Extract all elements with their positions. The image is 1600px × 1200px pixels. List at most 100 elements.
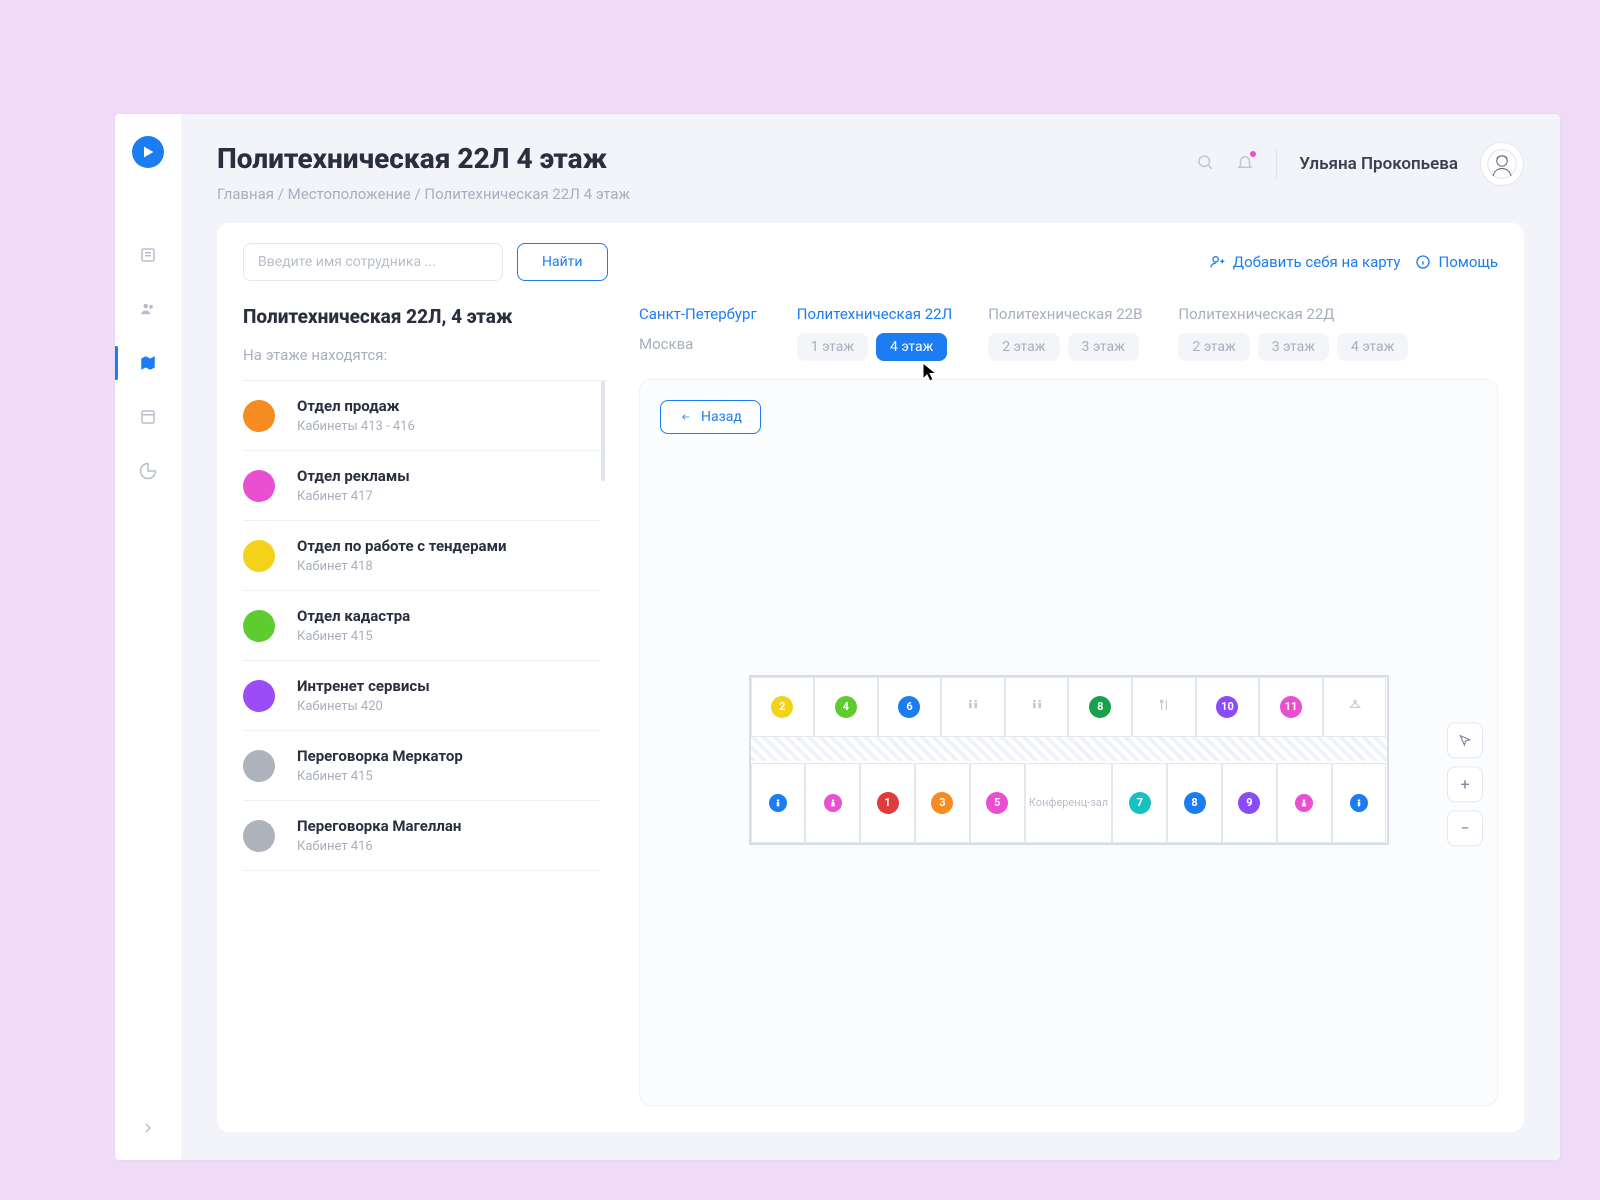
floorplan[interactable]: 24681011 135Конференц-зал789	[749, 675, 1389, 845]
department-name: Интренет сервисы	[297, 677, 430, 695]
department-room: Кабинет 415	[297, 629, 410, 644]
back-button[interactable]: Назад	[660, 400, 761, 434]
floor-pill[interactable]: 4 этаж	[1337, 333, 1408, 361]
department-name: Отдел кадастра	[297, 607, 410, 625]
floorplan-room[interactable]	[751, 763, 806, 843]
wc-f-icon	[824, 793, 842, 812]
nav-item-list[interactable]	[115, 228, 181, 282]
help-label: Помощь	[1439, 253, 1499, 271]
search-input[interactable]	[243, 243, 503, 281]
floorplan-room[interactable]: 5	[970, 763, 1025, 843]
floorplan-room[interactable]: 6	[878, 677, 942, 737]
map-zoom-in-button[interactable]: +	[1447, 766, 1483, 802]
search-icon[interactable]	[1196, 153, 1214, 175]
color-dot	[243, 680, 275, 712]
department-list[interactable]: Отдел продаж Кабинеты 413 - 416 Отдел ре…	[243, 380, 607, 871]
floorplan-room[interactable]: 9	[1222, 763, 1277, 843]
floorplan-room[interactable]	[1332, 763, 1387, 843]
scrollbar[interactable]	[601, 381, 605, 481]
nav-item-team[interactable]	[115, 282, 181, 336]
floorplan-room[interactable]: 10	[1196, 677, 1260, 737]
floor-pill[interactable]: 1 этаж	[797, 333, 868, 361]
floor-pill[interactable]: 2 этаж	[1178, 333, 1249, 361]
floorplan-room[interactable]: 1	[860, 763, 915, 843]
wc-icon	[1029, 697, 1045, 717]
fork-icon	[1157, 697, 1171, 716]
floorplan-room[interactable]: 7	[1112, 763, 1167, 843]
bell-icon[interactable]	[1236, 153, 1254, 175]
department-item[interactable]: Отдел рекламы Кабинет 417	[243, 451, 601, 521]
find-button[interactable]: Найти	[517, 243, 608, 281]
floor-pill[interactable]: 4 этаж	[876, 333, 947, 361]
floorplan-room[interactable]	[1132, 677, 1196, 737]
floorplan-room[interactable]	[805, 763, 860, 843]
department-item[interactable]: Переговорка Магеллан Кабинет 416	[243, 801, 601, 871]
department-name: Отдел по работе с тендерами	[297, 537, 506, 555]
nav-item-archive[interactable]	[115, 390, 181, 444]
color-dot	[243, 750, 275, 782]
department-name: Отдел продаж	[297, 397, 415, 415]
main-area: Политехническая 22Л 4 этаж Главная / Мес…	[181, 114, 1560, 1160]
city-item[interactable]: Москва	[639, 335, 757, 353]
back-label: Назад	[701, 409, 742, 425]
room-badge: 4	[835, 696, 857, 718]
color-dot	[243, 610, 275, 642]
conference-label: Конференц-зал	[1029, 796, 1108, 809]
floor-pill[interactable]: 2 этаж	[988, 333, 1059, 361]
room-badge: 1	[877, 792, 899, 814]
breadcrumb[interactable]: Главная / Местоположение / Политехническ…	[217, 185, 630, 203]
map-cursor-button[interactable]	[1447, 722, 1483, 758]
department-item[interactable]: Интренет сервисы Кабинеты 420	[243, 661, 601, 731]
department-name: Переговорка Магеллан	[297, 817, 461, 835]
page-title: Политехническая 22Л 4 этаж	[217, 142, 630, 175]
floorplan-room[interactable]: 4	[814, 677, 878, 737]
wc-f-icon	[1295, 793, 1313, 812]
room-badge: 3	[931, 792, 953, 814]
floor-pill[interactable]: 3 этаж	[1258, 333, 1329, 361]
floorplan-room[interactable]	[1005, 677, 1069, 737]
floorplan-room[interactable]: 8	[1068, 677, 1132, 737]
floor-pill[interactable]: 3 этаж	[1068, 333, 1139, 361]
app-logo[interactable]	[132, 136, 164, 168]
floorplan-area[interactable]: Назад 24681011 135Конференц-зал789 + −	[639, 379, 1498, 1106]
floorplan-room[interactable]: 2	[751, 677, 815, 737]
room-badge: 7	[1129, 792, 1151, 814]
floorplan-room[interactable]: Конференц-зал	[1025, 763, 1113, 843]
left-panel: Политехническая 22Л, 4 этаж На этаже нах…	[217, 301, 607, 1132]
hanger-icon	[1348, 697, 1362, 716]
floorplan-room[interactable]: 8	[1167, 763, 1222, 843]
department-item[interactable]: Отдел по работе с тендерами Кабинет 418	[243, 521, 601, 591]
help-link[interactable]: Помощь	[1415, 253, 1499, 271]
city-list: Санкт-Петербург Москва	[639, 305, 757, 361]
department-room: Кабинет 418	[297, 559, 506, 574]
city-item[interactable]: Санкт-Петербург	[639, 305, 757, 323]
department-item[interactable]: Переговорка Меркатор Кабинет 415	[243, 731, 601, 801]
color-dot	[243, 400, 275, 432]
department-item[interactable]: Отдел продаж Кабинеты 413 - 416	[243, 381, 601, 451]
floorplan-room[interactable]	[1323, 677, 1387, 737]
color-dot	[243, 470, 275, 502]
department-item[interactable]: Отдел кадастра Кабинет 415	[243, 591, 601, 661]
floorplan-room[interactable]	[941, 677, 1005, 737]
department-name: Отдел рекламы	[297, 467, 410, 485]
building-name[interactable]: Политехническая 22В	[988, 305, 1142, 323]
building-name[interactable]: Политехническая 22Л	[797, 305, 952, 323]
map-zoom-out-button[interactable]: −	[1447, 810, 1483, 846]
floorplan-room[interactable]	[1277, 763, 1332, 843]
building-name[interactable]: Политехническая 22Д	[1178, 305, 1408, 323]
floorplan-room[interactable]: 3	[915, 763, 970, 843]
sidebar-expand-button[interactable]	[140, 1120, 156, 1140]
department-room: Кабинет 415	[297, 769, 463, 784]
department-room: Кабинеты 413 - 416	[297, 419, 415, 434]
floorplan-room[interactable]: 11	[1259, 677, 1323, 737]
avatar[interactable]	[1480, 142, 1524, 186]
nav-item-map[interactable]	[115, 336, 181, 390]
page-header: Политехническая 22Л 4 этаж Главная / Мес…	[217, 142, 1524, 203]
nav-item-stats[interactable]	[115, 444, 181, 498]
add-self-link[interactable]: Добавить себя на карту	[1209, 253, 1401, 271]
department-name: Переговорка Меркатор	[297, 747, 463, 765]
color-dot	[243, 540, 275, 572]
department-room: Кабинет 417	[297, 489, 410, 504]
department-room: Кабинеты 420	[297, 699, 430, 714]
username-label[interactable]: Ульяна Прокопьева	[1299, 154, 1458, 174]
